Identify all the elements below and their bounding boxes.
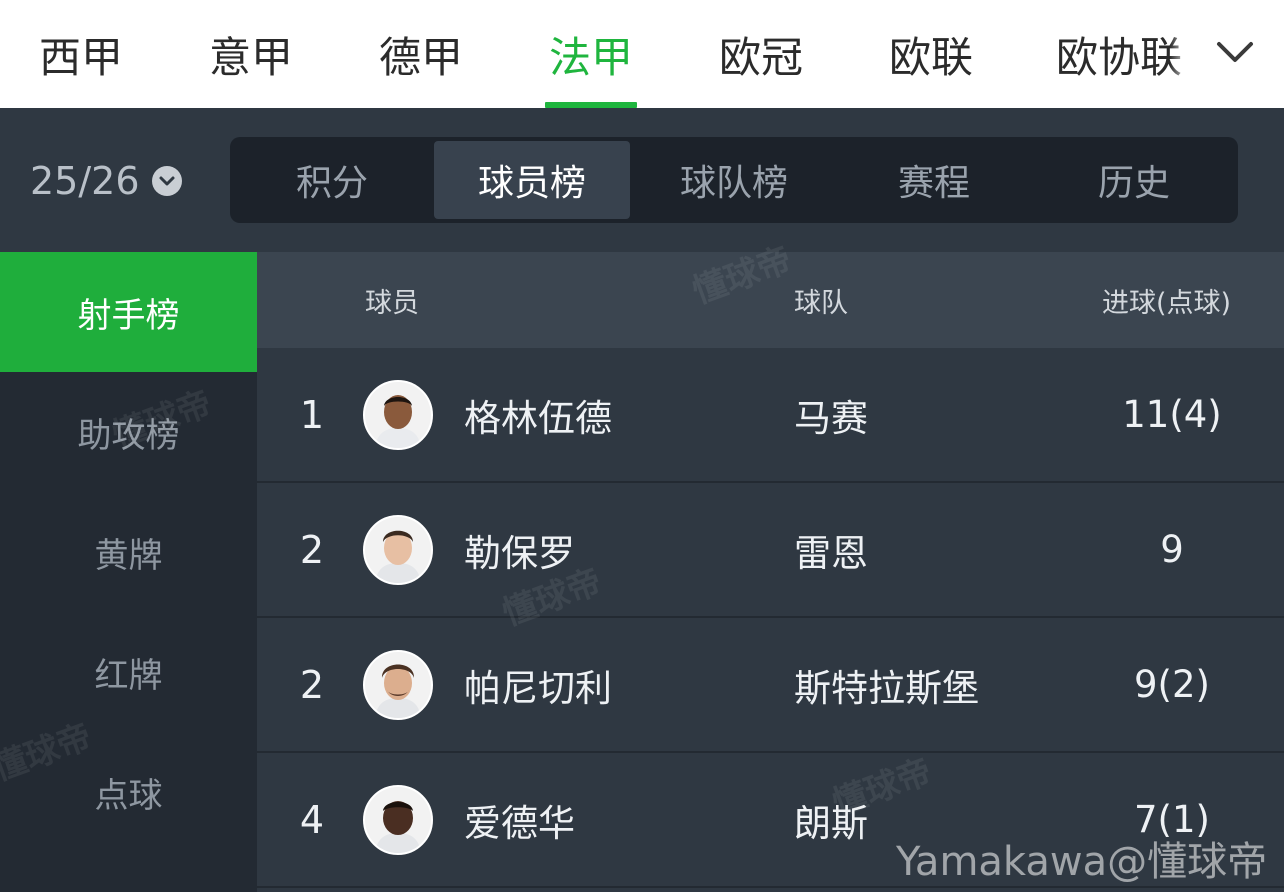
tab-player-rankings[interactable]: 球员榜 <box>434 141 630 219</box>
stats-tab-bar: 积分 球员榜 球队榜 赛程 历史 <box>230 137 1238 223</box>
player-name: 爱德华 <box>464 801 575 845</box>
tab-label: 赛程 <box>897 163 970 204</box>
category-sidebar: 射手榜 助攻榜 黄牌 红牌 点球 <box>0 252 257 892</box>
league-tab-label: 欧协联 <box>1056 32 1183 82</box>
league-tab-label: 欧联 <box>888 32 973 82</box>
league-tab-bar: 西甲 意甲 德甲 法甲 欧冠 欧联 欧协联 <box>0 0 1284 108</box>
team-name: 马赛 <box>794 396 868 440</box>
tab-fade <box>1170 0 1200 108</box>
league-tab-ucl[interactable]: 欧冠 <box>710 0 812 108</box>
goals-value: 9 <box>1160 528 1184 571</box>
team-name: 斯特拉斯堡 <box>794 666 979 710</box>
table-row[interactable]: 2 帕尼切利 斯特拉斯堡 9(2) <box>257 618 1284 753</box>
league-tab-laliga[interactable]: 西甲 <box>30 0 132 108</box>
category-label: 点球 <box>94 775 163 816</box>
league-more-button[interactable] <box>1200 0 1270 108</box>
tab-schedule[interactable]: 赛程 <box>836 141 1032 219</box>
league-tab-ligue1[interactable]: 法甲 <box>545 0 637 108</box>
tab-label: 球员榜 <box>477 163 586 204</box>
league-tab-label: 德甲 <box>378 32 463 82</box>
column-header-player: 球员 <box>365 287 419 319</box>
season-selector[interactable]: 25/26 <box>30 150 182 212</box>
league-tab-label: 意甲 <box>208 32 293 82</box>
chevron-down-circle-icon <box>151 166 182 196</box>
rank: 2 <box>299 527 325 572</box>
league-tab-uecl[interactable]: 欧协联 <box>1056 0 1186 108</box>
league-tab-label: 西甲 <box>38 32 123 82</box>
rank: 2 <box>299 662 325 707</box>
table-row[interactable]: 1 格林伍德 马赛 11(4) <box>257 348 1284 483</box>
league-tab-uel[interactable]: 欧联 <box>880 0 982 108</box>
league-tab-label: 法甲 <box>548 32 633 82</box>
tab-standings[interactable]: 积分 <box>234 141 430 219</box>
player-photo-icon <box>363 784 433 855</box>
team-name: 雷恩 <box>794 531 868 575</box>
player-name: 格林伍德 <box>464 396 612 440</box>
avatar[interactable] <box>363 483 433 616</box>
player-photo-icon <box>363 379 433 450</box>
tab-team-rankings[interactable]: 球队榜 <box>636 141 832 219</box>
goals-value: 9(2) <box>1134 663 1210 706</box>
avatar[interactable] <box>363 618 433 751</box>
tab-history[interactable]: 历史 <box>1036 141 1232 219</box>
goals-value: 11(4) <box>1122 393 1222 436</box>
column-header-team: 球队 <box>794 287 848 319</box>
avatar[interactable] <box>363 753 433 886</box>
category-label: 红牌 <box>94 655 163 696</box>
category-label: 黄牌 <box>94 535 163 576</box>
rank: 1 <box>299 392 325 437</box>
category-yellow-cards[interactable]: 黄牌 <box>0 492 257 612</box>
player-name: 帕尼切利 <box>464 666 612 710</box>
active-tab-indicator <box>545 102 637 108</box>
credit-watermark: Yamakawa@懂球帝 <box>896 839 1268 885</box>
player-photo-icon <box>363 649 433 720</box>
tab-label: 积分 <box>295 163 368 204</box>
season-label: 25/26 <box>30 159 140 203</box>
league-tab-bundesliga[interactable]: 德甲 <box>370 0 472 108</box>
league-tab-seriea[interactable]: 意甲 <box>200 0 302 108</box>
league-tab-label: 欧冠 <box>718 32 803 82</box>
column-header-goals: 进球(点球) <box>1102 287 1232 319</box>
avatar[interactable] <box>363 348 433 481</box>
category-red-cards[interactable]: 红牌 <box>0 612 257 732</box>
table-row[interactable]: 2 勒保罗 雷恩 9 <box>257 483 1284 618</box>
chevron-down-icon <box>1215 39 1255 69</box>
category-top-scorers[interactable]: 射手榜 <box>0 252 257 372</box>
tab-label: 历史 <box>1097 163 1170 204</box>
tab-label: 球队榜 <box>679 163 788 204</box>
category-label: 射手榜 <box>77 295 180 336</box>
rank: 4 <box>299 797 325 842</box>
player-photo-icon <box>363 514 433 585</box>
